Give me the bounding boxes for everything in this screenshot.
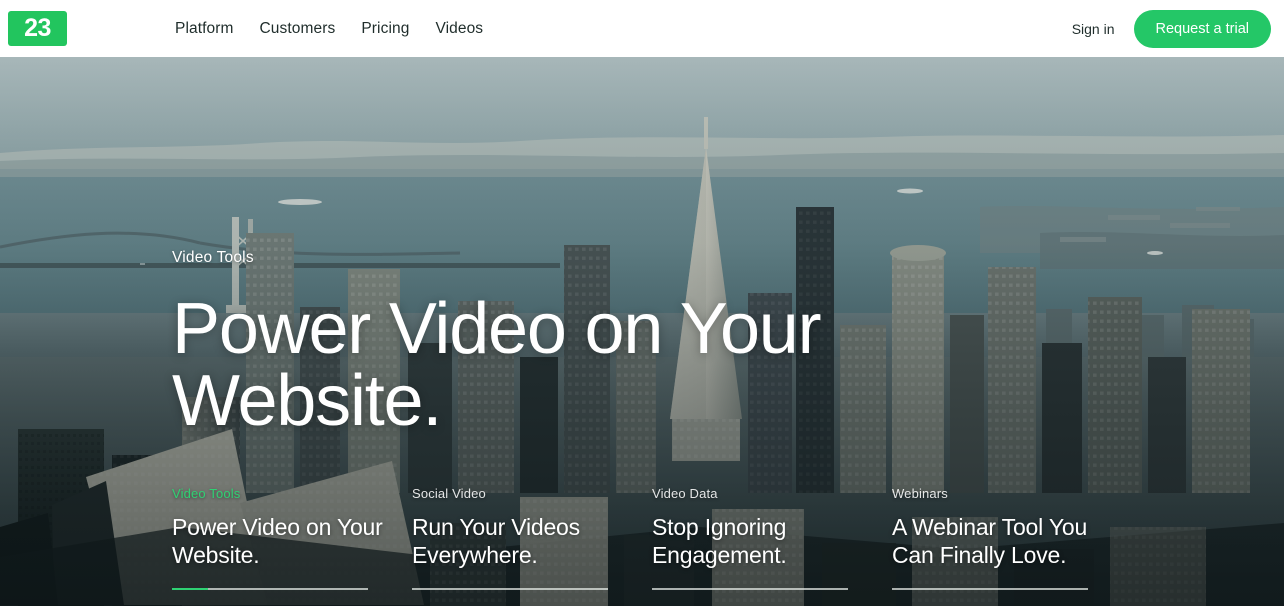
logo-label: 23	[24, 14, 51, 42]
hero-carousel: Video Tools Power Video on Your Website.…	[0, 481, 1284, 606]
hero-eyebrow: Video Tools	[172, 249, 254, 266]
carousel-slide-webinars[interactable]: Webinars A Webinar Tool You Can Finally …	[892, 481, 1132, 606]
landing-page: 23 Platform Customers Pricing Videos Sig…	[0, 0, 1284, 606]
carousel-slide-video-data[interactable]: Video Data Stop Ignoring Engagement.	[652, 481, 892, 606]
carousel-slide-social-video[interactable]: Social Video Run Your Videos Everywhere.	[412, 481, 652, 606]
nav-item-customers[interactable]: Customers	[260, 20, 336, 38]
nav-item-platform[interactable]: Platform	[175, 20, 234, 38]
carousel-slide-title: Run Your Videos Everywhere.	[412, 514, 580, 568]
carousel-progress-track[interactable]	[412, 588, 608, 590]
carousel-progress-track[interactable]	[172, 588, 368, 590]
carousel-slide-label: Social Video	[412, 486, 486, 501]
carousel-slide-label: Webinars	[892, 486, 948, 501]
carousel-slide-title: Stop Ignoring Engagement.	[652, 514, 787, 568]
site-header: 23 Platform Customers Pricing Videos Sig…	[0, 0, 1284, 57]
carousel-slide-label: Video Tools	[172, 486, 241, 501]
hero-title: Power Video on Your Website.	[172, 289, 822, 441]
nav-item-pricing[interactable]: Pricing	[361, 20, 409, 38]
carousel-slide-title: Power Video on Your Website.	[172, 514, 383, 568]
carousel-slide-label: Video Data	[652, 486, 718, 501]
header-actions: Sign in Request a trial	[1072, 0, 1271, 57]
carousel-progress-track[interactable]	[652, 588, 848, 590]
hero-copy: Video Tools Power Video on Your Website.	[172, 249, 872, 437]
carousel-progress-fill	[172, 588, 208, 590]
carousel-progress-track[interactable]	[892, 588, 1088, 590]
nav-item-videos[interactable]: Videos	[435, 20, 483, 38]
request-trial-button[interactable]: Request a trial	[1133, 9, 1271, 48]
carousel-slide-title: A Webinar Tool You Can Finally Love.	[892, 514, 1088, 568]
logo-23[interactable]: 23	[8, 11, 67, 46]
sign-in-link[interactable]: Sign in	[1072, 21, 1115, 37]
carousel-slide-video-tools[interactable]: Video Tools Power Video on Your Website.	[172, 481, 412, 606]
main-navigation: Platform Customers Pricing Videos	[175, 0, 483, 57]
hero-section: Video Tools Power Video on Your Website.…	[0, 57, 1284, 606]
